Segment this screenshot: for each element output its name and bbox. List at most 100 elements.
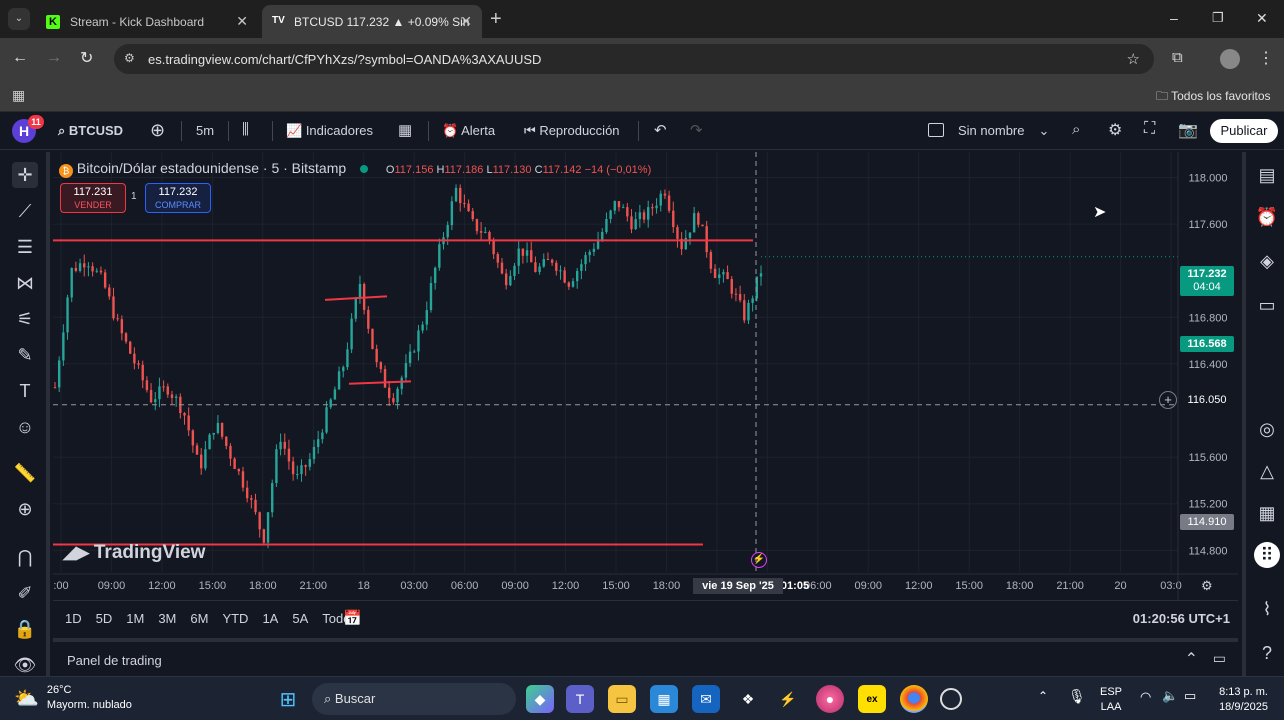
exness-icon[interactable]: ex — [858, 685, 886, 713]
publish-button[interactable]: Publicar — [1210, 119, 1278, 143]
copilot-icon[interactable]: ◆ — [526, 685, 554, 713]
range-button-5a[interactable]: 5A — [292, 611, 308, 626]
range-button-1d[interactable]: 1D — [65, 611, 82, 626]
range-button-1a[interactable]: 1A — [262, 611, 278, 626]
sell-button[interactable]: 117.231 VENDER — [60, 183, 126, 213]
obs-icon[interactable] — [940, 688, 962, 710]
pattern-icon[interactable]: ⋈ — [12, 270, 38, 296]
bookmark-star-icon[interactable]: ☆ — [1127, 50, 1140, 68]
lightning-icon[interactable]: ⚡ — [751, 552, 767, 568]
profile-avatar[interactable] — [1220, 49, 1240, 69]
signal-icon[interactable]: ⌇ — [1254, 596, 1280, 622]
apps-grid-icon[interactable]: ▦ — [12, 87, 25, 104]
redo-icon[interactable]: ↷ — [690, 121, 703, 139]
symbol-title[interactable]: Bitcoin/Dólar estadounidense · 5 · Bitst… — [77, 160, 346, 176]
candles-icon[interactable]: ⫼ — [242, 121, 249, 138]
browser-menu-icon[interactable]: ⋮ — [1258, 48, 1274, 68]
close-tab-icon[interactable]: ✕ — [236, 13, 248, 30]
text-icon[interactable]: T — [12, 378, 38, 404]
trendline-icon[interactable]: ⟋ — [12, 198, 38, 224]
minimize-button[interactable]: – — [1170, 10, 1178, 26]
calendar-icon[interactable]: ▦ — [1254, 500, 1280, 526]
back-icon[interactable]: ← — [12, 49, 28, 67]
wifi-icon[interactable]: ◠ — [1140, 689, 1151, 705]
camera-icon[interactable]: 📷 — [1178, 120, 1198, 140]
range-button-ytd[interactable]: YTD — [222, 611, 248, 626]
new-tab-button[interactable]: + — [490, 8, 502, 31]
range-button-1m[interactable]: 1M — [126, 611, 144, 626]
weather-widget[interactable]: ⛅ 26°C Mayorm. nublado — [14, 683, 132, 713]
undo-icon[interactable]: ↶ — [654, 121, 667, 139]
date-range-picker-icon[interactable]: 📅 — [343, 609, 362, 627]
maximize-button[interactable]: ❐ — [1212, 10, 1224, 26]
utc-clock[interactable]: 01:20:56 UTC+1 — [1133, 611, 1230, 626]
timezone-settings-icon[interactable]: ⚙ — [1201, 578, 1213, 594]
alert-button[interactable]: ⏰ Alerta — [442, 123, 495, 139]
horizontal-lines-icon[interactable]: ☰ — [12, 234, 38, 260]
dropbox-icon[interactable]: ❖ — [734, 685, 762, 713]
settings-icon[interactable]: ⚙ — [1108, 120, 1122, 140]
layout-button[interactable]: Sin nombre ⌄ — [928, 123, 1049, 139]
visibility-icon[interactable]: 👁 — [12, 652, 38, 678]
taskbar-search[interactable]: ⌕ Buscar — [312, 683, 516, 715]
compare-add-icon[interactable]: ⊕ — [150, 120, 165, 141]
chart-area[interactable]: 118.000 117.600 116.800 116.400 115.600 115.2… — [53, 152, 1238, 600]
teams-icon[interactable]: T — [566, 685, 594, 713]
chrome-icon[interactable] — [900, 685, 928, 713]
close-tab-icon[interactable]: ✕ — [460, 13, 472, 30]
forecast-icon[interactable]: ⚟ — [12, 306, 38, 332]
clock[interactable]: 8:13 p. m. 18/9/2025 — [1210, 685, 1268, 715]
range-button-3m[interactable]: 3M — [158, 611, 176, 626]
fullscreen-icon[interactable]: ⛶ — [1144, 120, 1155, 138]
range-button-5d[interactable]: 5D — [96, 611, 113, 626]
brush-icon[interactable]: ✎ — [12, 342, 38, 368]
battery-icon[interactable]: ▭ — [1184, 688, 1196, 704]
tab-search-button[interactable]: ⌄ — [8, 8, 30, 30]
extensions-icon[interactable]: ⧉ — [1172, 49, 1183, 66]
reload-icon[interactable]: ↻ — [80, 48, 93, 68]
file-explorer-icon[interactable]: ▭ — [608, 685, 636, 713]
trading-panel-label[interactable]: Panel de trading — [67, 653, 162, 668]
watchlist-icon[interactable]: ▤ — [1254, 162, 1280, 188]
tab-btcusd[interactable]: TV BTCUSD 117.232 ▲ +0.09% Sin ✕ — [262, 5, 482, 38]
interval-button[interactable]: 5m — [196, 123, 214, 138]
all-bookmarks-folder[interactable]: 🗀 Todos los favoritos — [1156, 87, 1271, 108]
help-icon[interactable]: ? — [1254, 640, 1280, 666]
microphone-icon[interactable]: 🎙 — [1068, 688, 1086, 705]
layers-icon[interactable]: ◈ — [1254, 248, 1280, 274]
chevron-up-icon[interactable]: ⌃ — [1185, 649, 1198, 669]
volume-icon[interactable]: 🔈 — [1162, 688, 1178, 704]
replay-button[interactable]: ⏮ Reproducción — [524, 123, 620, 139]
range-button-6m[interactable]: 6M — [190, 611, 208, 626]
add-alert-plus-icon[interactable]: + — [1159, 391, 1177, 409]
url-field[interactable]: ⚙ es.tradingview.com/chart/CfPYhXzs/?sym… — [114, 44, 1154, 74]
lock-icon[interactable]: 🔒 — [12, 616, 38, 642]
quick-search-icon[interactable]: ⌕ — [1072, 121, 1080, 138]
price-chart[interactable]: 118.000 117.600 116.800 116.400 115.600 115.2… — [53, 152, 1238, 600]
apps-icon[interactable]: ⠿ — [1254, 542, 1280, 568]
user-avatar[interactable]: H 11 — [12, 115, 44, 143]
lock-drawing-icon[interactable]: ✐ — [12, 580, 38, 606]
chat-icon[interactable]: ▭ — [1254, 292, 1280, 318]
forward-icon[interactable]: → — [46, 49, 62, 67]
tab-kick-dashboard[interactable]: K Stream - Kick Dashboard ✕ — [36, 5, 258, 38]
site-info-icon[interactable]: ⚙ — [124, 51, 135, 65]
indicators-button[interactable]: 📈 Indicadores — [286, 123, 373, 139]
windows-start-icon[interactable]: ⊞ — [274, 685, 302, 713]
templates-icon[interactable]: ▦ — [398, 121, 412, 139]
tray-chevron-icon[interactable]: ⌃ — [1038, 689, 1048, 703]
language-indicator[interactable]: ESP LAA — [1100, 685, 1122, 715]
symbol-search[interactable]: ⌕ BTCUSD — [58, 123, 123, 139]
ideas-icon[interactable]: △ — [1254, 458, 1280, 484]
buy-button[interactable]: 117.232 COMPRAR — [145, 183, 211, 213]
crosshair-icon[interactable]: ✛ — [12, 162, 38, 188]
kick-app-icon[interactable]: ⚡ — [774, 685, 802, 713]
target-icon[interactable]: ◎ — [1254, 416, 1280, 442]
ruler-icon[interactable]: 📏 — [12, 460, 38, 486]
magnet-icon[interactable]: ⋂ — [12, 544, 38, 570]
alarm-clock-icon[interactable]: ⏰ — [1254, 204, 1280, 230]
emoji-icon[interactable]: ☺ — [12, 414, 38, 440]
zoom-icon[interactable]: ⊕ — [12, 496, 38, 522]
store-icon[interactable]: ▦ — [650, 685, 678, 713]
maximize-panel-icon[interactable]: ▭ — [1213, 650, 1226, 667]
